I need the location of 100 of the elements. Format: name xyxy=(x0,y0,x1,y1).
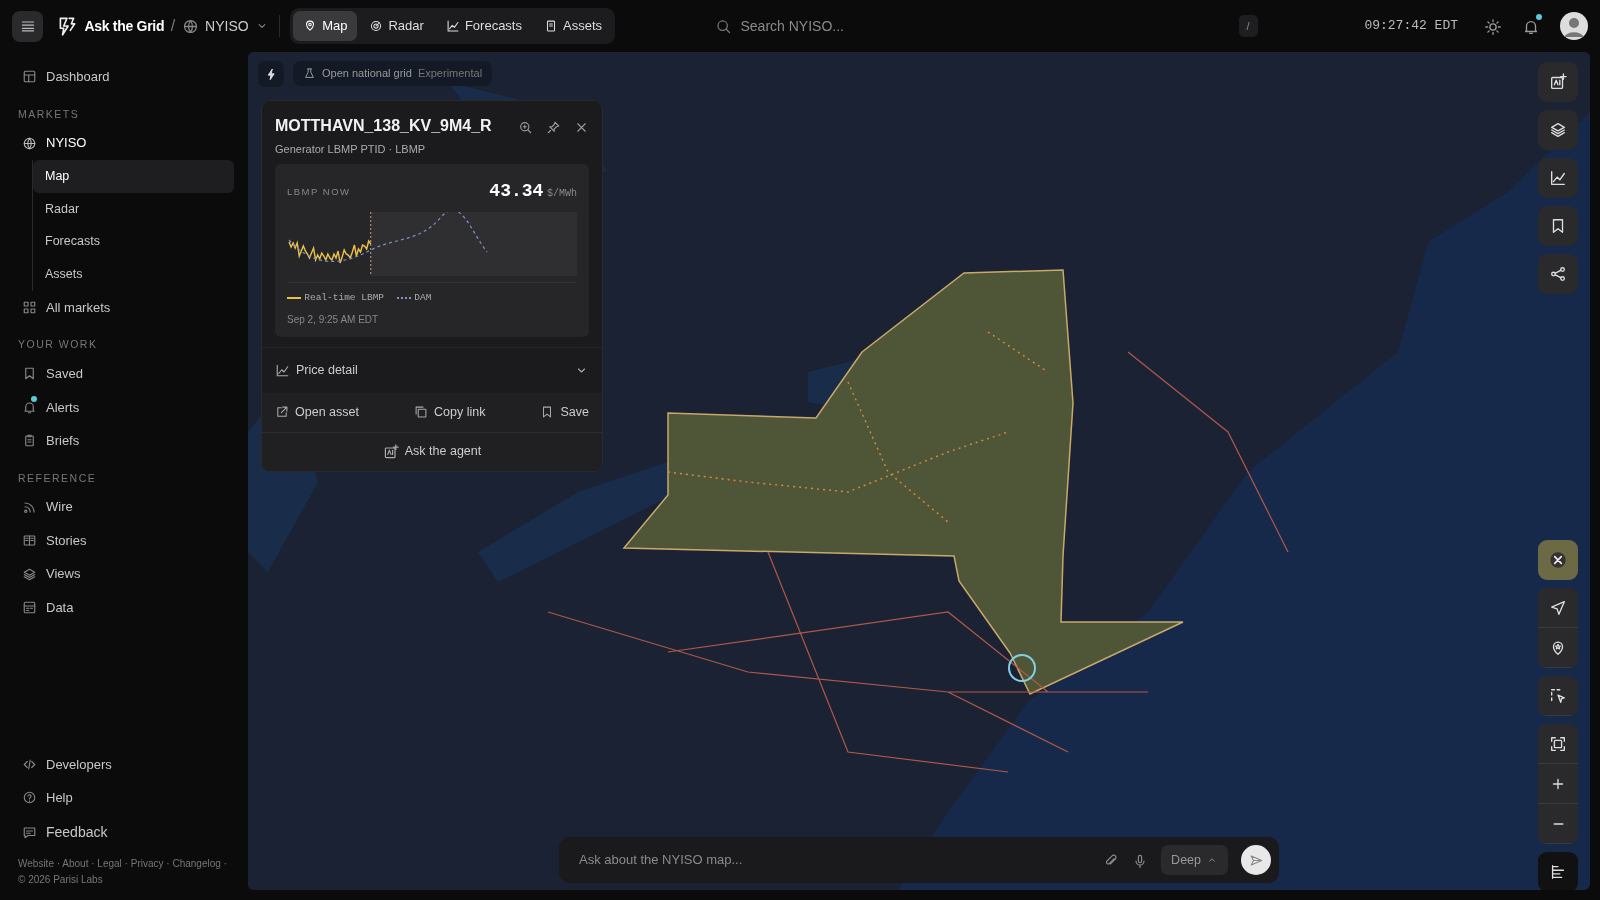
legend-button[interactable] xyxy=(1538,852,1578,890)
sidebar-item[interactable]: Saved xyxy=(18,357,234,391)
frame-icon xyxy=(1549,734,1567,753)
grid-icon xyxy=(22,300,37,315)
sidebar-item[interactable]: Help xyxy=(18,781,234,815)
price-unit: $/MWh xyxy=(547,188,577,200)
market-selector[interactable]: NYISO xyxy=(181,15,270,37)
sidebar-subitem[interactable]: Radar xyxy=(33,192,234,226)
fit-button[interactable] xyxy=(1538,724,1578,764)
grid-toggle[interactable]: Open national grid Experimental xyxy=(293,61,493,86)
cursor-select-icon xyxy=(1549,686,1567,705)
clock: 09:27:42 EDT xyxy=(1364,17,1458,36)
chart-button[interactable] xyxy=(1538,158,1578,198)
sidebar-subitem[interactable]: Forecasts xyxy=(33,225,234,258)
sidebar-item[interactable]: Wire xyxy=(18,490,234,524)
price-value: 43.34 xyxy=(489,181,544,202)
footer-link[interactable]: Legal xyxy=(97,858,122,869)
globe-icon xyxy=(181,17,199,35)
table-icon xyxy=(22,600,37,615)
legend-label: Real-time LBMP xyxy=(304,290,385,305)
notifications-button[interactable] xyxy=(1522,16,1540,36)
menu-button[interactable] xyxy=(12,10,43,42)
nav-tab[interactable]: Forecasts xyxy=(435,11,532,41)
separator-dot: · xyxy=(91,858,95,869)
theme-toggle[interactable] xyxy=(1484,16,1502,36)
footer-link[interactable]: Privacy xyxy=(130,858,164,869)
share-button[interactable] xyxy=(1538,254,1578,294)
code-icon xyxy=(22,756,37,772)
price-label: LBMP NOW xyxy=(287,184,351,199)
sidebar-item[interactable]: All markets xyxy=(18,290,234,325)
sidebar-item[interactable]: Views xyxy=(18,557,234,591)
bookmark-button[interactable] xyxy=(1538,206,1578,246)
sidebar-item[interactable]: Alerts xyxy=(18,390,234,424)
card-action[interactable]: Save xyxy=(540,392,589,432)
ai-button[interactable] xyxy=(1538,62,1578,102)
copy-icon xyxy=(414,405,428,419)
basemap-button[interactable] xyxy=(1538,540,1578,580)
send-button[interactable] xyxy=(1241,845,1271,875)
ask-agent-button[interactable]: Ask the agent xyxy=(262,432,602,471)
sidebar-item[interactable]: Briefs xyxy=(18,424,234,458)
nav-tab[interactable]: Radar xyxy=(359,11,434,41)
separator-dot: · xyxy=(223,858,227,869)
card-action[interactable]: Copy link xyxy=(414,392,486,432)
nav-tab[interactable]: Assets xyxy=(534,11,612,41)
asset-title: MOTTHAVN_138_KV_9M4_R xyxy=(275,116,493,136)
sun-icon xyxy=(1484,17,1502,36)
section-heading: REFERENCE xyxy=(18,470,98,486)
separator-dot: · xyxy=(124,858,128,869)
mode-selector[interactable]: Deep xyxy=(1161,844,1228,876)
dashboard-icon xyxy=(22,69,37,85)
line-chart-icon xyxy=(1549,169,1567,187)
menu-icon xyxy=(19,18,36,34)
zoom-in-icon xyxy=(518,120,533,136)
copyright-text: © 2026 Parisi Labs xyxy=(18,874,103,885)
search-field[interactable]: Search NYISO... xyxy=(738,14,1219,38)
share-icon xyxy=(1549,265,1567,283)
sparkle-icon xyxy=(382,443,399,460)
footer-link[interactable]: About xyxy=(62,858,89,869)
sidebar-item[interactable]: Data xyxy=(18,590,234,625)
layers-button[interactable] xyxy=(1538,110,1578,150)
pin-icon xyxy=(546,120,561,136)
layers-icon xyxy=(1549,121,1567,139)
sidebar-item[interactable]: Developers xyxy=(18,747,234,781)
sidebar-subitem[interactable]: Map xyxy=(33,159,234,193)
line-chart-icon xyxy=(445,19,460,33)
bookmark-icon xyxy=(22,366,37,382)
flask-icon xyxy=(303,66,316,80)
globe-icon xyxy=(22,135,37,151)
help-icon xyxy=(22,790,37,806)
card-action[interactable]: Open asset xyxy=(275,392,359,432)
target-icon xyxy=(369,19,384,33)
sidebar-subitem[interactable]: Assets xyxy=(33,258,234,291)
minus-icon xyxy=(1552,822,1564,825)
layers-icon xyxy=(22,566,37,582)
chat-input[interactable]: Ask about the NYISO map... Deep xyxy=(559,837,1279,883)
asset-subtitle: Generator LBMP PTID · LBMP xyxy=(275,142,427,158)
footer-link[interactable]: Website xyxy=(18,858,54,869)
sidebar-item[interactable]: Dashboard xyxy=(18,60,234,94)
legend-icon xyxy=(1549,863,1567,881)
line-chart-icon xyxy=(275,362,290,378)
timestamp: Sep 2, 9:25 AM EDT xyxy=(287,312,380,327)
book-icon xyxy=(22,533,37,548)
locate-button[interactable] xyxy=(1538,588,1578,628)
breadcrumb-separator: / xyxy=(170,16,176,36)
sidebar-item[interactable]: Feedback xyxy=(18,814,234,850)
chat-icon xyxy=(22,824,37,840)
legend-label: DAM xyxy=(414,290,432,305)
nav-tab[interactable]: Map xyxy=(293,11,358,41)
footer-link[interactable]: Changelog xyxy=(172,858,221,869)
bell-icon xyxy=(22,399,37,415)
sidebar-item[interactable]: Stories xyxy=(18,523,234,558)
power-button[interactable] xyxy=(258,61,284,87)
search-icon xyxy=(715,17,732,35)
navigation-icon xyxy=(1549,598,1567,617)
avatar[interactable] xyxy=(1560,12,1588,40)
price-detail-toggle[interactable]: Price detail xyxy=(262,346,602,393)
sidebar-item[interactable]: NYISO xyxy=(18,126,234,160)
rss-icon xyxy=(22,499,37,515)
section-heading: YOUR WORK xyxy=(18,337,99,353)
separator-dot: · xyxy=(56,858,61,869)
